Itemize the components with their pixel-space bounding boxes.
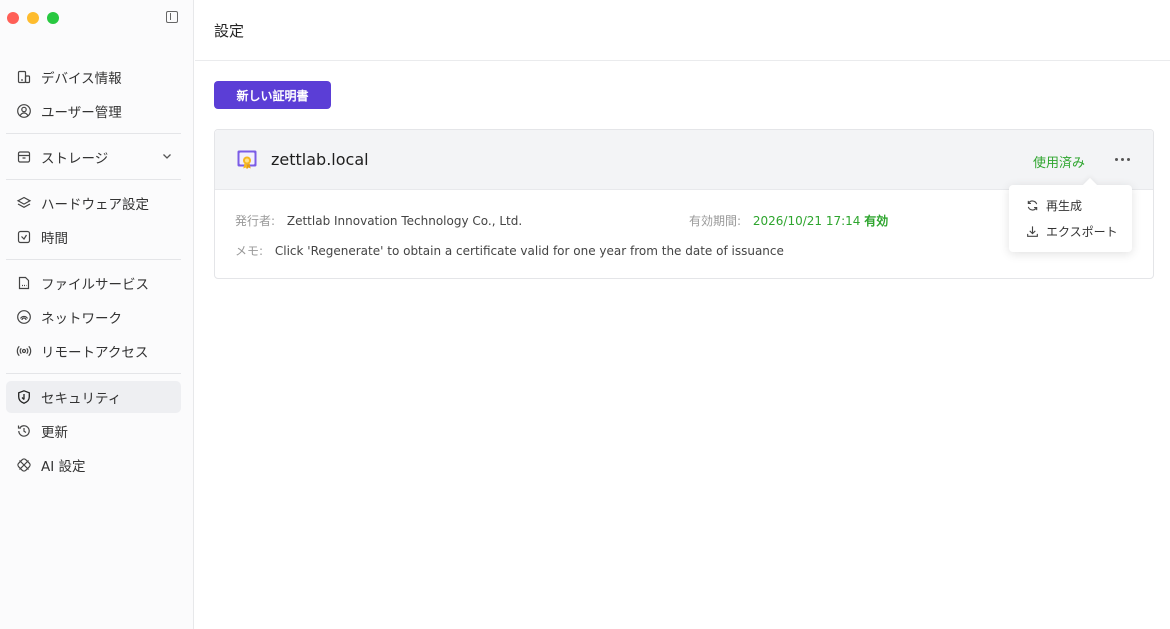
sidebar-divider xyxy=(6,179,181,180)
sidebar-item-label: リモートアクセス xyxy=(41,345,149,361)
certificate-options-menu: 再生成 エクスポート xyxy=(1009,185,1132,252)
sidebar-toggle-icon[interactable] xyxy=(166,11,178,23)
refresh-icon xyxy=(1027,199,1038,211)
window-controls xyxy=(7,12,59,24)
sidebar-divider xyxy=(6,373,181,374)
sidebar-item-label: ネットワーク xyxy=(41,311,122,327)
sidebar-item-update[interactable]: 更新 xyxy=(6,415,181,447)
sidebar-item-label: 時間 xyxy=(41,231,68,247)
close-window-button[interactable] xyxy=(7,12,19,24)
sidebar-item-device-info[interactable]: デバイス情報 xyxy=(6,61,181,93)
more-options-icon[interactable] xyxy=(1112,149,1132,169)
file-service-icon xyxy=(16,275,32,291)
device-icon xyxy=(16,69,32,85)
menu-item-label: エクスポート xyxy=(1046,224,1118,239)
sidebar-item-label: ストレージ xyxy=(41,151,109,167)
main-content: 設定 新しい証明書 zettlab.local 使用済み 発行者: Zettla… xyxy=(195,0,1170,629)
sidebar-item-label: AI 設定 xyxy=(41,459,86,475)
certificate-status: 使用済み xyxy=(1033,156,1086,171)
sidebar-item-label: セキュリティ xyxy=(41,391,122,407)
sidebar-item-label: 更新 xyxy=(41,425,68,441)
sidebar-nav: デバイス情報 ユーザー管理 ストレージ ハードウェア設定 時間 ファイルサービス… xyxy=(6,61,181,483)
header: 設定 xyxy=(195,0,1170,61)
validity-row: 有効期間: 2026/10/21 17:14 有効 xyxy=(689,212,888,229)
page-title: 設定 xyxy=(214,21,245,40)
menu-item-regenerate[interactable]: 再生成 xyxy=(1009,192,1132,218)
memo-label: メモ: xyxy=(235,244,264,258)
sidebar-item-user-management[interactable]: ユーザー管理 xyxy=(6,95,181,127)
sidebar-divider xyxy=(6,259,181,260)
sidebar-item-storage[interactable]: ストレージ xyxy=(6,141,181,173)
user-icon xyxy=(16,103,32,119)
maximize-window-button[interactable] xyxy=(47,12,59,24)
certificate-icon xyxy=(236,149,258,171)
sidebar-item-label: ハードウェア設定 xyxy=(41,197,149,213)
new-certificate-button[interactable]: 新しい証明書 xyxy=(214,81,331,109)
shield-icon xyxy=(16,389,32,405)
sidebar-item-hardware-settings[interactable]: ハードウェア設定 xyxy=(6,187,181,219)
sidebar-item-file-services[interactable]: ファイルサービス xyxy=(6,267,181,299)
layers-icon xyxy=(16,195,32,211)
network-icon xyxy=(16,309,32,325)
memo-value: Click 'Regenerate' to obtain a certifica… xyxy=(274,244,784,258)
memo-row: メモ: Click 'Regenerate' to obtain a certi… xyxy=(235,242,784,259)
sidebar: デバイス情報 ユーザー管理 ストレージ ハードウェア設定 時間 ファイルサービス… xyxy=(0,0,194,629)
ai-icon xyxy=(16,457,32,473)
chevron-down-icon[interactable] xyxy=(161,150,173,166)
clock-icon xyxy=(16,229,32,245)
storage-icon xyxy=(16,149,32,165)
sidebar-item-label: デバイス情報 xyxy=(41,71,122,87)
certificate-domain: zettlab.local xyxy=(271,150,369,169)
sidebar-divider xyxy=(6,133,181,134)
validity-label: 有効期間: xyxy=(689,214,742,228)
remote-access-icon xyxy=(16,343,32,359)
download-icon xyxy=(1027,225,1038,237)
validity-status: 有効 xyxy=(864,214,889,228)
sidebar-item-remote-access[interactable]: リモートアクセス xyxy=(6,335,181,367)
issuer-row: 発行者: Zettlab Innovation Technology Co., … xyxy=(235,212,522,229)
menu-item-label: 再生成 xyxy=(1046,198,1083,213)
sidebar-item-label: ユーザー管理 xyxy=(41,105,122,121)
menu-item-export[interactable]: エクスポート xyxy=(1009,218,1132,244)
issuer-value: Zettlab Innovation Technology Co., Ltd. xyxy=(286,214,523,228)
certificate-card-header: zettlab.local 使用済み xyxy=(215,130,1153,190)
sidebar-item-time[interactable]: 時間 xyxy=(6,221,181,253)
issuer-label: 発行者: xyxy=(235,214,276,228)
sidebar-item-security[interactable]: セキュリティ xyxy=(6,381,181,413)
sidebar-item-network[interactable]: ネットワーク xyxy=(6,301,181,333)
sidebar-item-ai-settings[interactable]: AI 設定 xyxy=(6,449,181,481)
history-icon xyxy=(16,423,32,439)
sidebar-item-label: ファイルサービス xyxy=(41,277,149,293)
validity-date: 2026/10/21 17:14 xyxy=(752,214,861,228)
minimize-window-button[interactable] xyxy=(27,12,39,24)
